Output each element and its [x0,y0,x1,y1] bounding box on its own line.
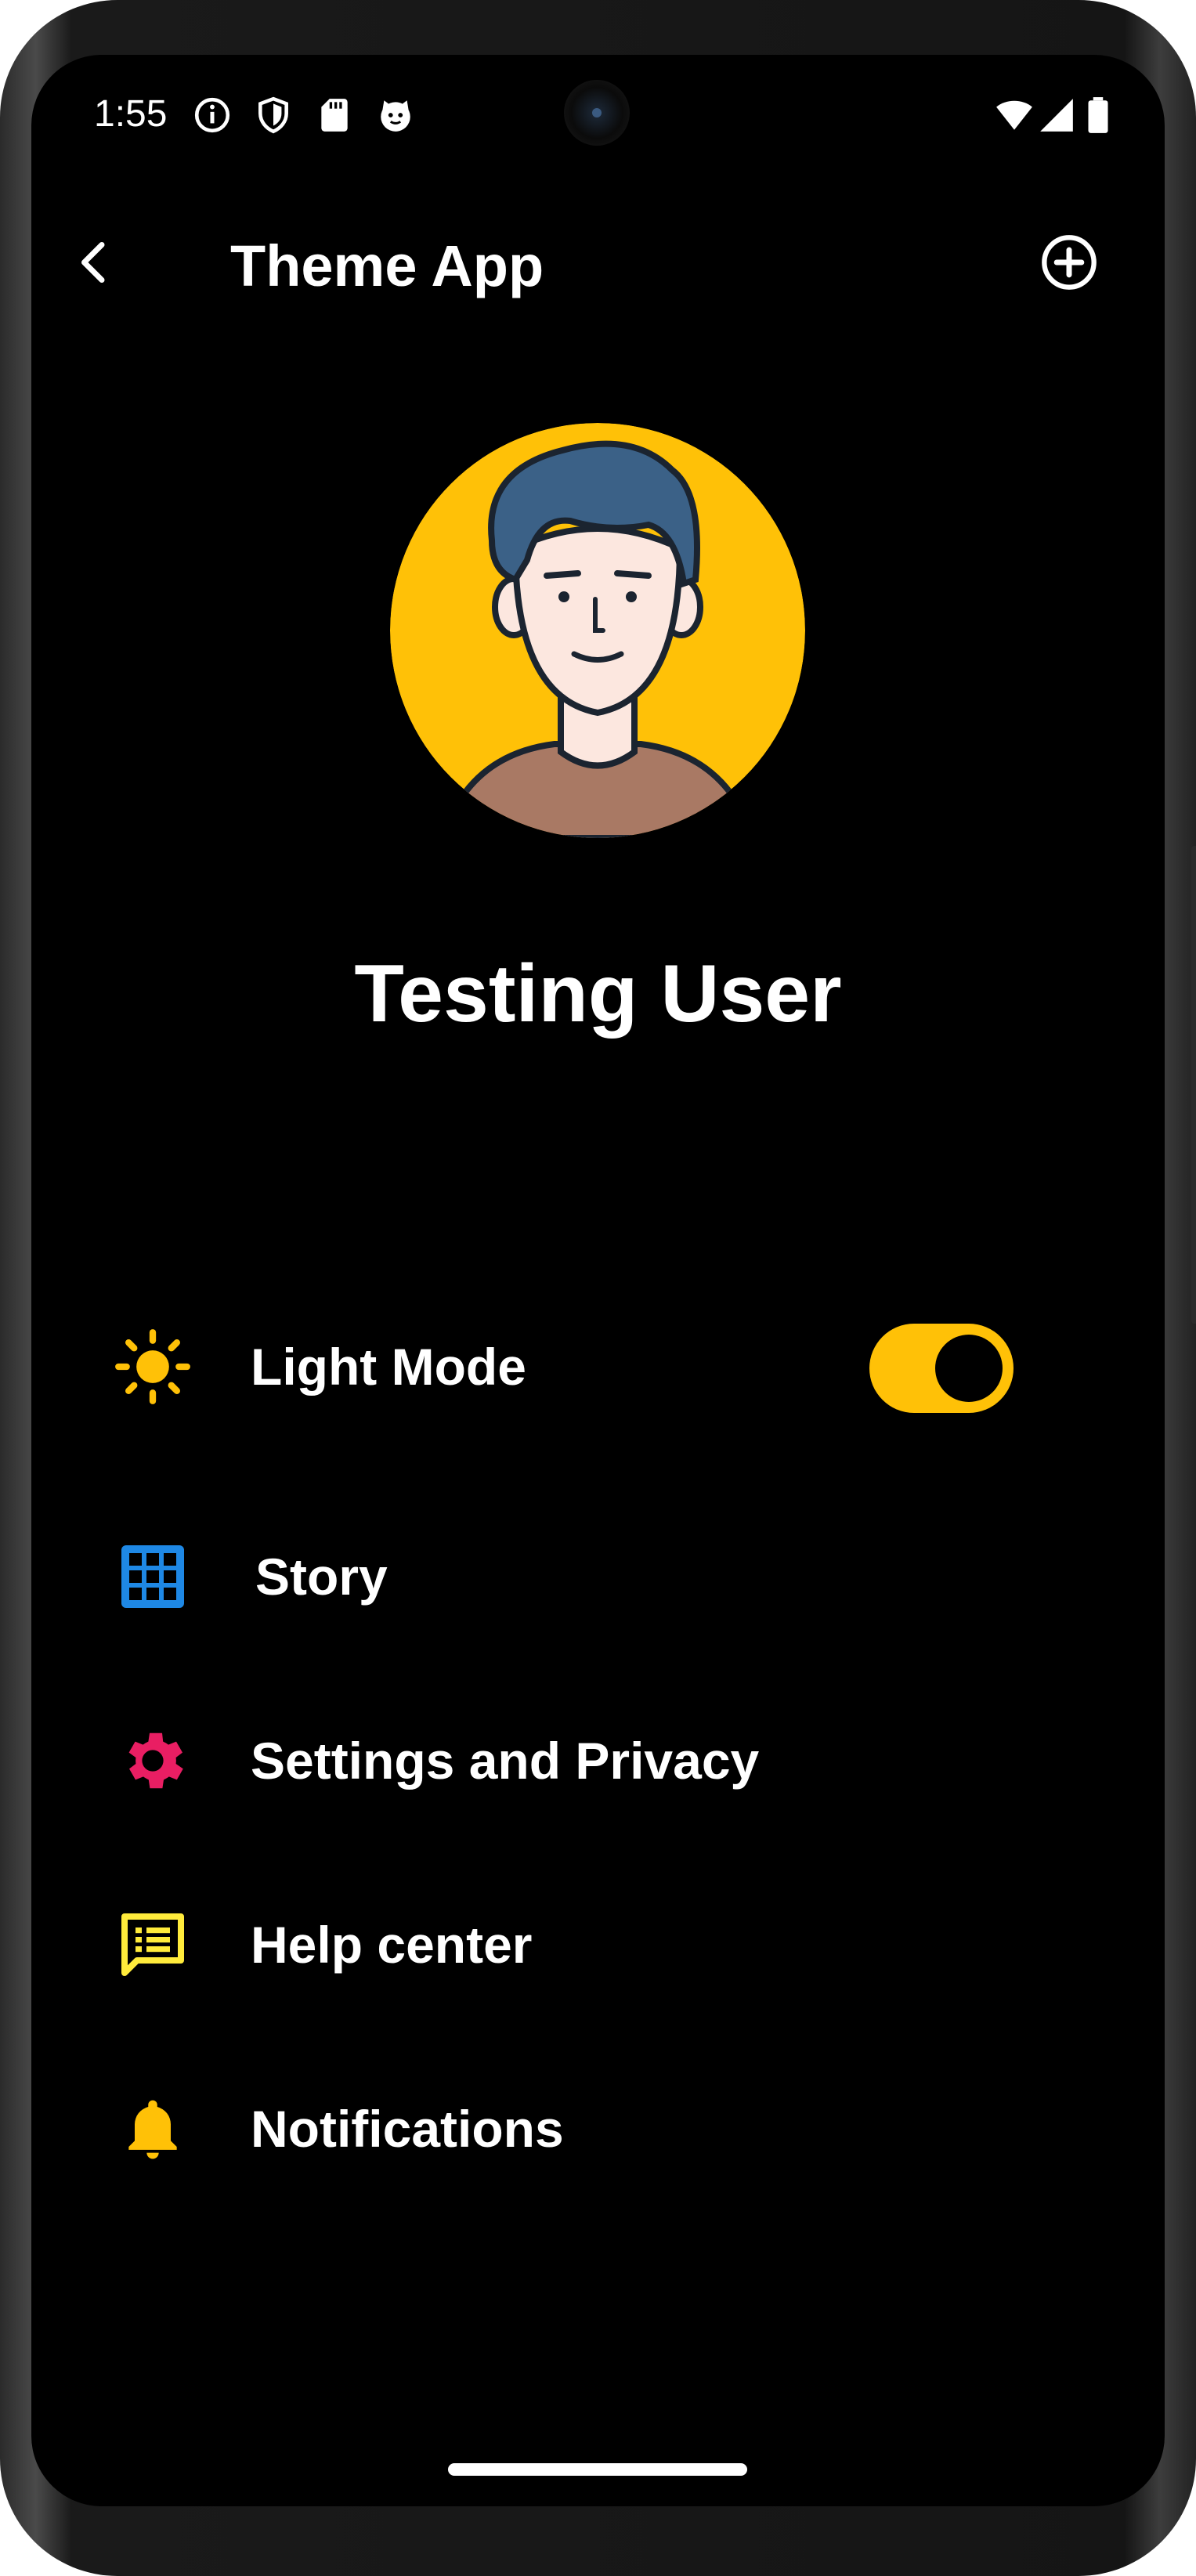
app-bar: Theme App [31,211,1165,313]
sun-icon [110,1324,196,1410]
info-icon [194,97,230,133]
volume-button [1191,1010,1196,1324]
page-title: Theme App [230,233,544,298]
menu-item-settings-privacy[interactable]: Settings and Privacy [110,1702,1089,1819]
wifi-icon [996,100,1032,130]
shield-icon [258,96,288,134]
battery-icon [1088,97,1108,133]
home-indicator[interactable] [448,2463,747,2476]
cat-icon [381,100,410,132]
front-camera [564,80,630,146]
user-avatar-illustration [390,423,805,838]
signal-icon [1040,99,1073,132]
status-time: 1:55 [94,93,168,135]
toggle-knob [935,1335,1003,1402]
feedback-icon [110,1902,196,1988]
user-name: Testing User [354,948,842,1039]
menu-item-label: Notifications [251,2100,564,2158]
back-button[interactable] [63,231,125,294]
sd-card-icon [321,99,348,132]
bell-icon [110,2086,196,2172]
menu-item-label: Help center [251,1916,533,1974]
gear-icon [110,1718,196,1804]
menu-item-label: Story [255,1548,388,1606]
phone-frame: 1:55 Theme App Testing User Light Mode S… [0,0,1196,2576]
menu-item-label: Light Mode [251,1338,526,1396]
menu-item-help-center[interactable]: Help center [110,1886,1089,2003]
chevron-left-icon [81,242,105,283]
status-bar: 1:55 [31,55,1165,172]
add-circle-icon [1042,235,1097,290]
avatar [390,423,805,838]
menu-item-story[interactable]: Story [110,1518,1089,1635]
grid-icon [110,1534,196,1620]
light-mode-toggle[interactable] [869,1324,1014,1413]
screen: 1:55 Theme App Testing User Light Mode S… [31,55,1165,2506]
menu-item-label: Settings and Privacy [251,1732,760,1790]
menu-item-notifications[interactable]: Notifications [110,2070,1089,2188]
add-button[interactable] [1038,231,1100,294]
